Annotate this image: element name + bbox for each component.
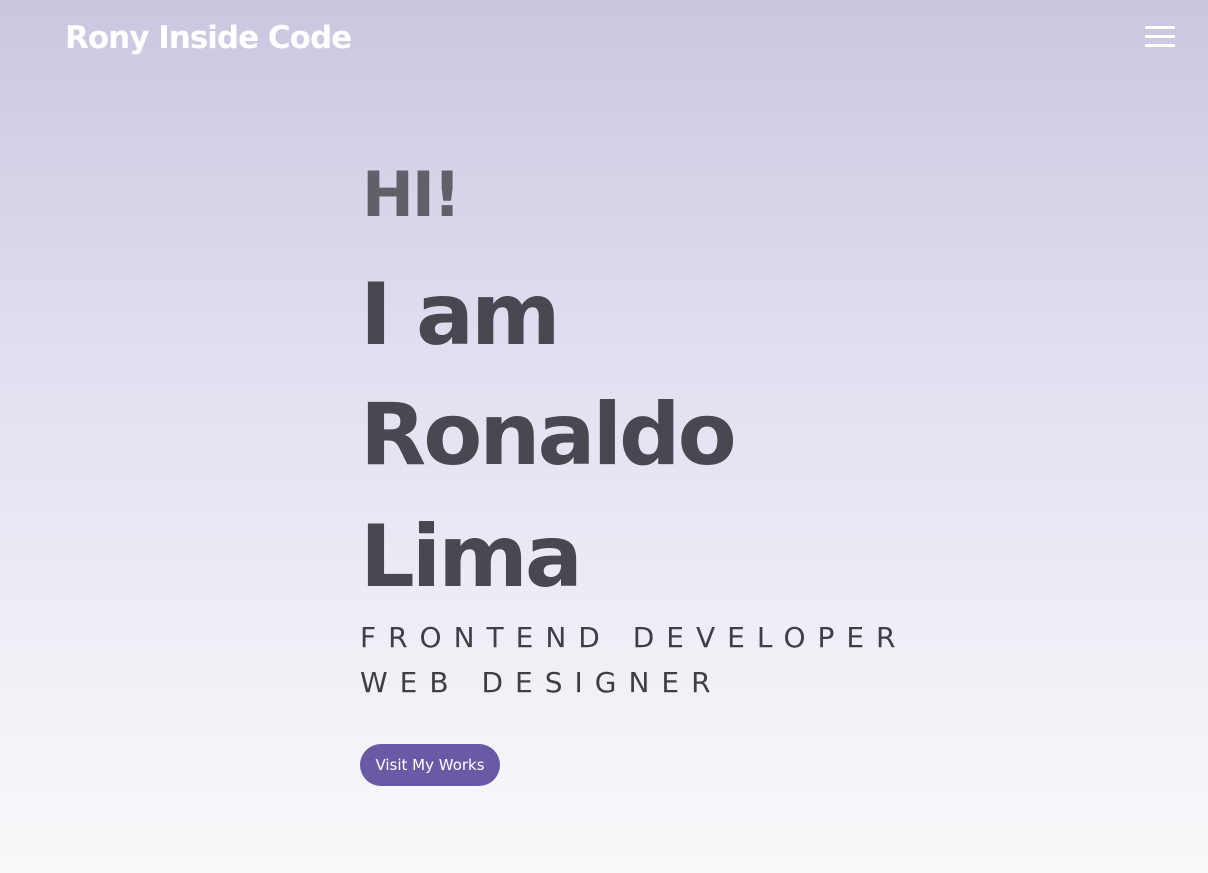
visit-my-works-button[interactable]: Visit My Works [360,744,500,786]
menu-bar-top [1145,26,1175,29]
hero-title-line-3: Lima [360,507,583,607]
menu-bar-middle [1145,35,1175,38]
hero-role-designer: WEB DESIGNER [360,666,723,699]
site-logo[interactable]: Rony Inside Code [65,18,352,58]
hero-role-frontend: FRONTEND DEVELOPER [360,621,908,654]
hero-title-line-1: I am [360,265,561,365]
navbar: Rony Inside Code [0,0,1208,80]
hero-greeting: HI! [362,158,461,231]
hero-title-line-2: Ronaldo [360,385,737,485]
hamburger-menu-icon[interactable] [1141,24,1177,50]
menu-bar-bottom [1145,44,1175,47]
